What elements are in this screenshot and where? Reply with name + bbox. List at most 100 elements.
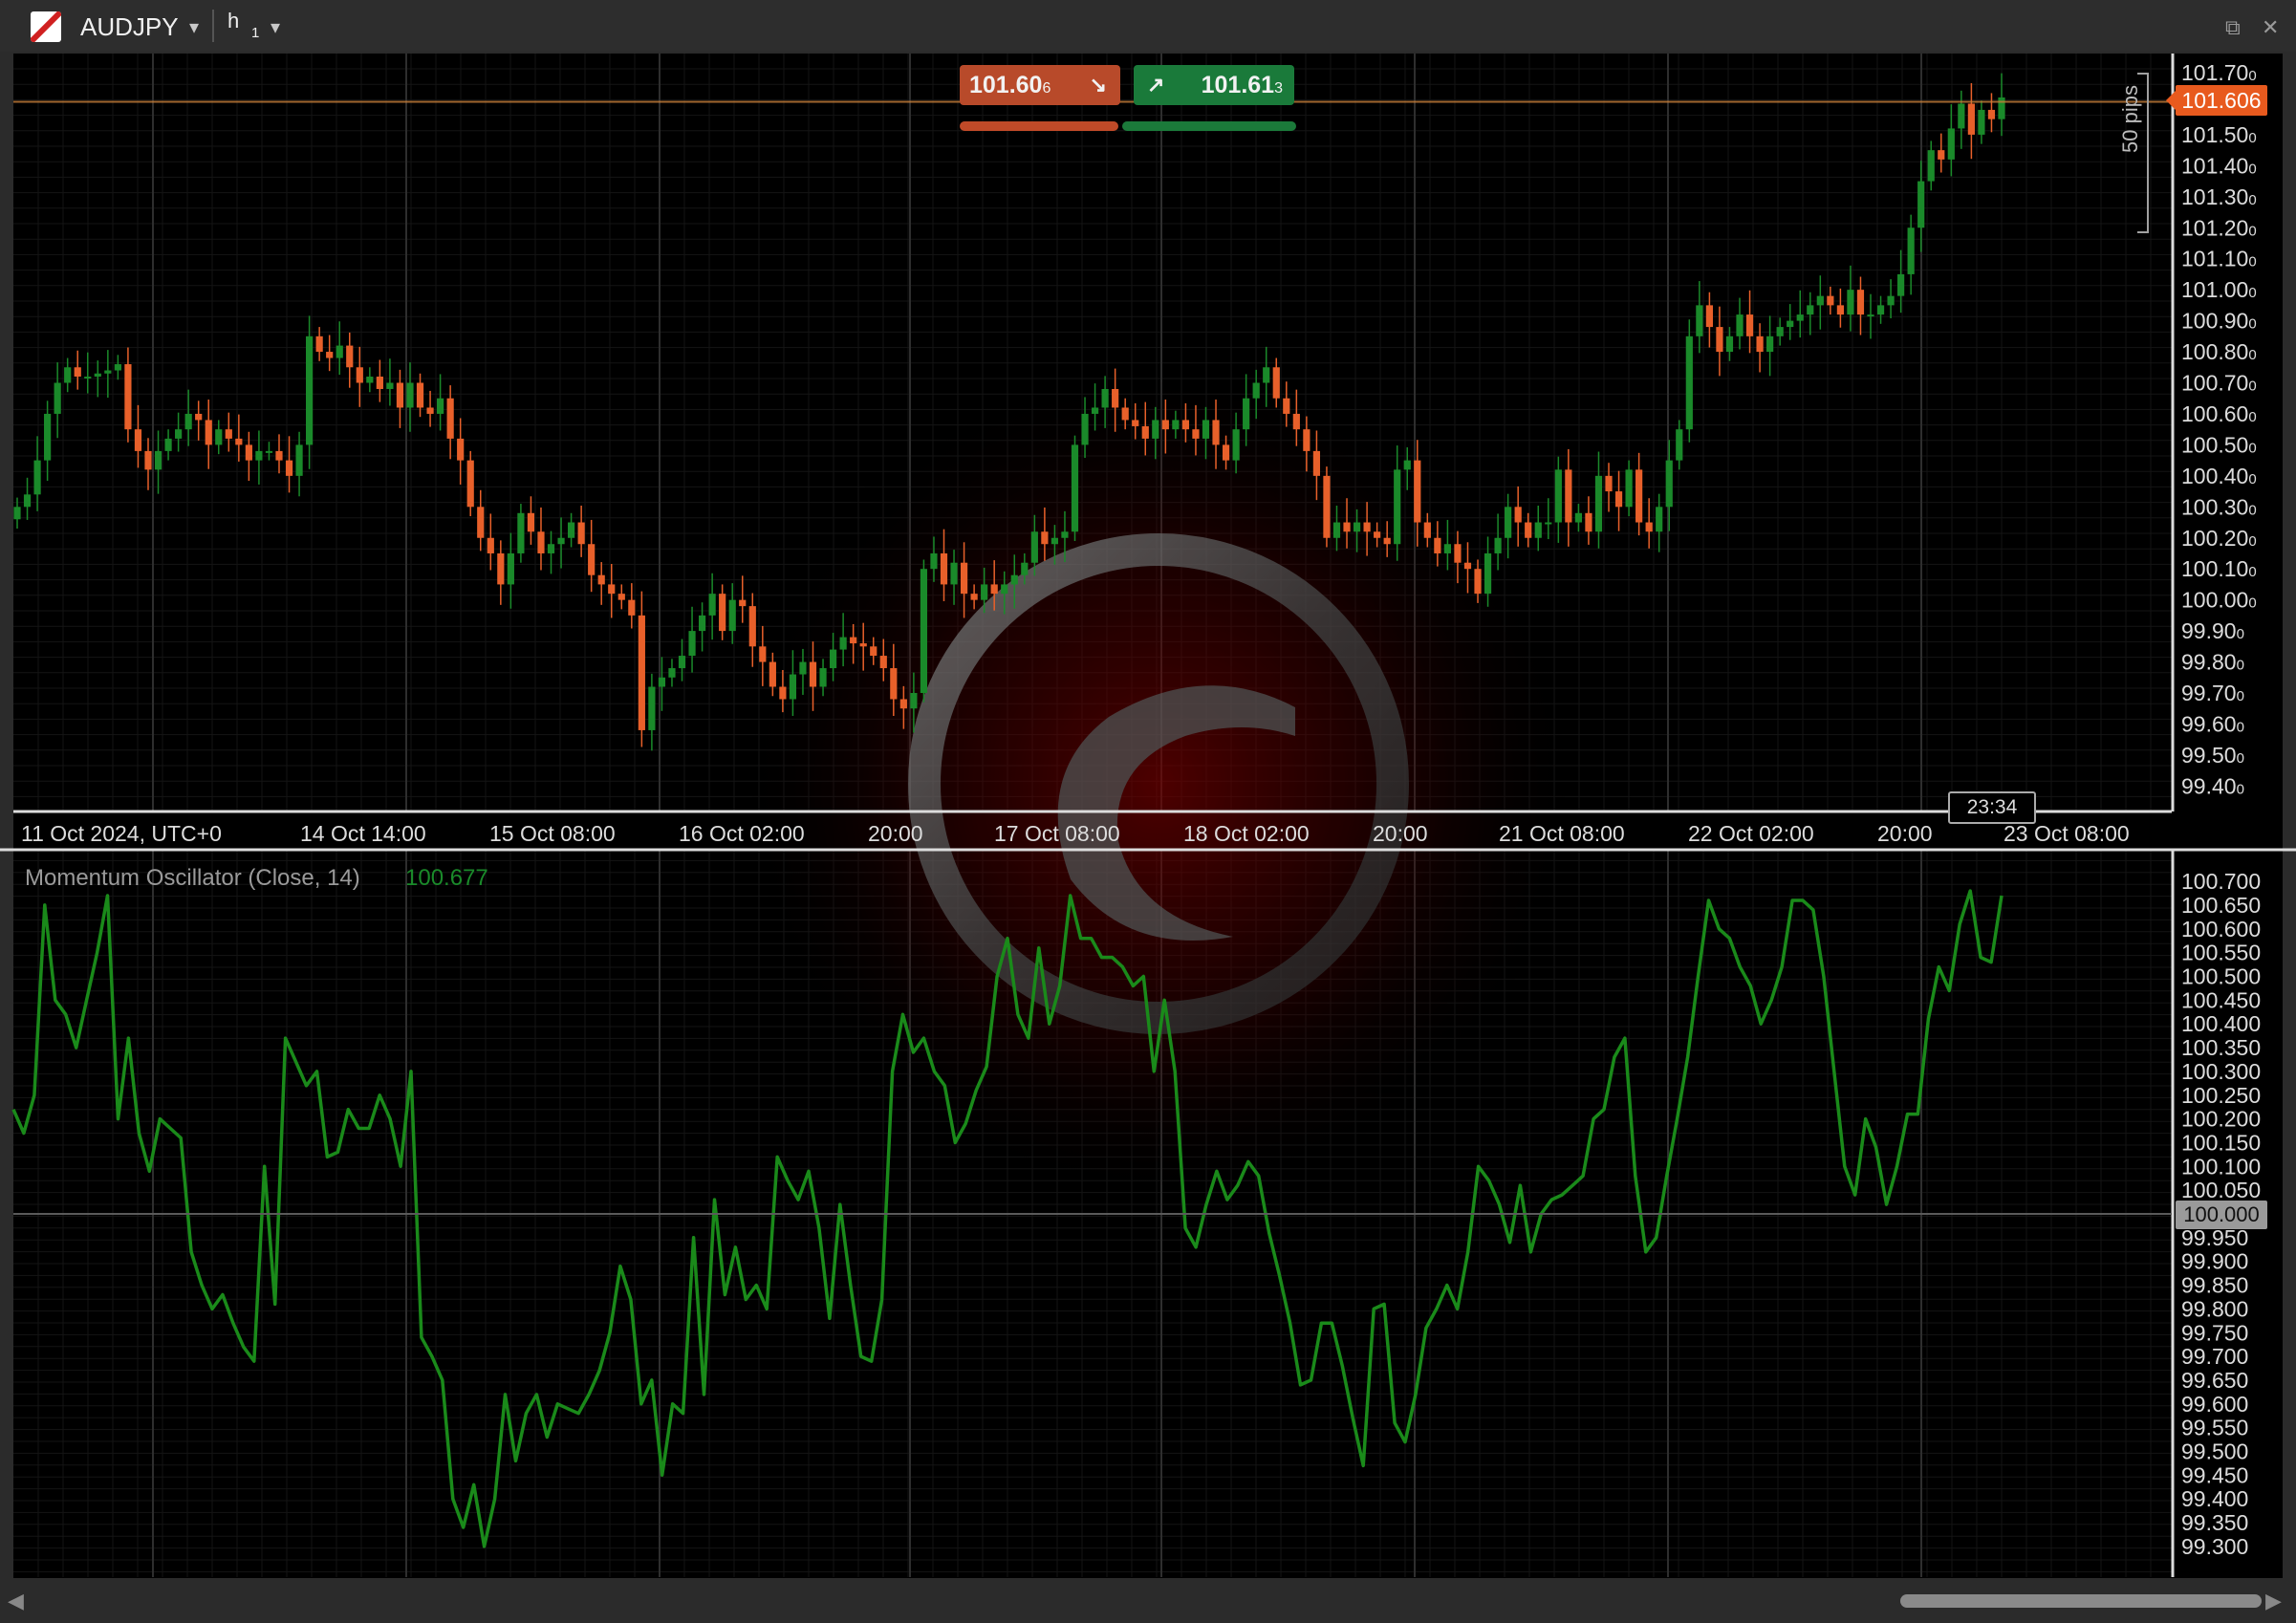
candle-body <box>1716 327 1723 353</box>
candle-body <box>819 668 827 687</box>
candle-body <box>1958 103 1965 129</box>
candle-body <box>13 507 21 520</box>
candle-body <box>376 377 383 389</box>
candle-body <box>638 615 645 730</box>
candle-body <box>1263 367 1270 383</box>
candle-body <box>990 584 998 595</box>
candle-body <box>195 413 203 421</box>
candle-body <box>54 382 61 414</box>
candle-body <box>1041 531 1049 545</box>
candle-body <box>315 335 323 353</box>
candle-body <box>1172 420 1180 430</box>
indicator-axis-label: 100.200 <box>2181 1107 2261 1132</box>
candle-body <box>759 646 767 662</box>
candle-body <box>829 649 837 669</box>
candle-body <box>779 686 787 700</box>
candle-body <box>617 594 625 600</box>
candle-body <box>1967 103 1975 135</box>
candle-body <box>1645 522 1653 532</box>
candle-body <box>1594 475 1603 532</box>
candle-body <box>1463 562 1472 570</box>
candle-body <box>1403 460 1411 470</box>
candle-body <box>940 552 948 585</box>
candle-body <box>1545 522 1552 525</box>
candle-body <box>1222 444 1230 461</box>
candle-body <box>930 552 938 570</box>
candle-body <box>678 656 686 669</box>
candle-body <box>164 438 172 451</box>
indicator-axis-label: 99.400 <box>2181 1486 2248 1511</box>
candle-body <box>1887 295 1895 306</box>
price-axis-label: 101.700 <box>2181 60 2257 85</box>
sell-button[interactable]: 101.606 ↘ <box>960 65 1120 105</box>
candle-body <box>64 367 72 383</box>
candle-body <box>1796 314 1804 321</box>
indicator-axis-label: 100.100 <box>2181 1154 2261 1179</box>
candle-body <box>1605 475 1613 492</box>
candle-body <box>1907 227 1915 274</box>
scroll-right-icon[interactable]: ▶ <box>2265 1589 2282 1613</box>
candle-body <box>306 335 314 445</box>
candle-body <box>920 569 928 693</box>
candle-body <box>1152 420 1159 439</box>
candle-body <box>1454 544 1462 563</box>
candle-body <box>1725 335 1734 353</box>
candle-body <box>1625 469 1633 508</box>
scroll-thumb[interactable] <box>1900 1594 2262 1608</box>
candle-body <box>94 373 101 378</box>
candle-body <box>1554 469 1562 523</box>
candle-body <box>175 429 183 439</box>
candle-body <box>1505 507 1512 538</box>
candle-body <box>859 643 867 647</box>
candle-body <box>1927 150 1935 182</box>
candle-body <box>1585 512 1592 532</box>
candle-body <box>386 382 394 389</box>
candle-body <box>728 599 736 632</box>
buy-price: 101.61 <box>1201 72 1275 98</box>
indicator-axis-label: 99.500 <box>2181 1439 2248 1464</box>
candle-body <box>457 438 465 461</box>
candle-body <box>1987 109 1996 119</box>
time-axis-label: 20:00 <box>1373 821 1428 846</box>
horizontal-scrollbar[interactable]: ◀ ▶ <box>0 1581 2296 1623</box>
candle-body <box>628 599 636 616</box>
price-axis-label: 100.200 <box>2181 526 2257 551</box>
candle-body <box>1443 544 1452 553</box>
watermark-logo <box>738 363 1579 1204</box>
candle-body <box>588 544 596 575</box>
candle-body <box>1161 420 1169 430</box>
candle-body <box>295 444 303 476</box>
scroll-left-icon[interactable]: ◀ <box>8 1589 24 1613</box>
candle-body <box>1021 562 1029 575</box>
candle-countdown: 23:34 <box>1948 791 2036 824</box>
candle-body <box>1212 420 1220 445</box>
candle-body <box>1051 537 1059 545</box>
indicator-title[interactable]: Momentum Oscillator (Close, 14) <box>25 865 360 892</box>
candle-body <box>215 429 223 445</box>
price-axis-label: 101.100 <box>2181 247 2257 271</box>
candle-body <box>1202 420 1210 439</box>
candle-body <box>1756 335 1764 353</box>
sell-price: 101.60 <box>969 72 1043 98</box>
candle-body <box>1534 522 1542 538</box>
candle-body <box>366 377 374 383</box>
price-axis-label: 100.900 <box>2181 309 2257 334</box>
candle-body <box>245 444 252 461</box>
candle-body <box>23 494 32 508</box>
candle-body <box>1998 97 2005 119</box>
sell-pip: 6 <box>1042 80 1051 97</box>
candle-body <box>84 377 92 379</box>
candle-body <box>1312 450 1321 476</box>
candle-body <box>1192 429 1200 439</box>
candle-body <box>1323 475 1331 538</box>
candle-body <box>950 562 958 585</box>
sell-sentiment-bar <box>960 121 1118 131</box>
time-axis-label: 15 Oct 08:00 <box>489 821 616 846</box>
time-axis-label: 21 Oct 08:00 <box>1499 821 1625 846</box>
candle-body <box>426 407 434 414</box>
candle-body <box>1494 537 1502 553</box>
candle-body <box>648 686 656 730</box>
buy-button[interactable]: ↗ 101.613 <box>1134 65 1294 105</box>
candle-body <box>1816 295 1824 306</box>
candle-body <box>668 668 676 678</box>
